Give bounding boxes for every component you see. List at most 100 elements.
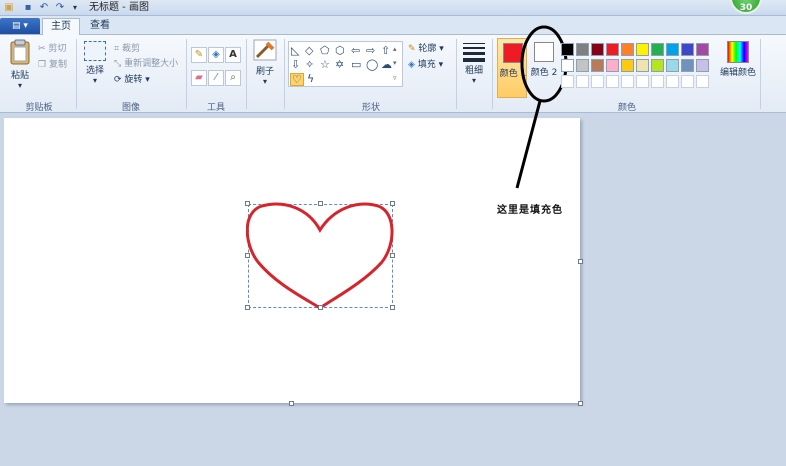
- redo-icon[interactable]: ↷: [54, 1, 66, 14]
- palette-swatch[interactable]: [606, 59, 619, 72]
- outline-button[interactable]: ✎ 轮廓 ▾: [408, 41, 444, 54]
- down-arrow-shape-icon[interactable]: ⇩: [291, 59, 300, 70]
- palette-swatch[interactable]: [621, 59, 634, 72]
- palette-swatch[interactable]: [696, 43, 709, 56]
- canvas-resize-handle-right[interactable]: [578, 259, 583, 264]
- cloud-callout-shape-icon[interactable]: ☁: [381, 59, 392, 70]
- heart-shape[interactable]: [246, 202, 396, 310]
- custom-color-slot[interactable]: [696, 75, 709, 88]
- select-dropdown-icon[interactable]: ▾: [80, 76, 110, 85]
- selection-handle-top-right[interactable]: [390, 201, 395, 206]
- edit-colors-button[interactable]: 编辑颜色: [719, 39, 757, 78]
- right-arrow-shape-icon[interactable]: ⇨: [366, 45, 375, 56]
- lightning-shape-icon[interactable]: ϟ: [307, 73, 314, 84]
- shapes-expand-icon[interactable]: ▿: [393, 73, 397, 84]
- selection-handle-top-left[interactable]: [245, 201, 250, 206]
- shapes-scroll-up-icon[interactable]: ▴: [393, 44, 397, 55]
- palette-swatch[interactable]: [696, 59, 709, 72]
- custom-color-slot[interactable]: [651, 75, 664, 88]
- paste-dropdown-icon[interactable]: ▾: [6, 81, 34, 90]
- rect-callout-shape-icon[interactable]: ▭: [351, 59, 361, 70]
- paint-menu-button[interactable]: ▤ ▾: [0, 18, 40, 34]
- six-point-star-shape-icon[interactable]: ✡: [335, 59, 344, 70]
- selection-handle-left[interactable]: [245, 253, 250, 258]
- custom-color-slot[interactable]: [591, 75, 604, 88]
- palette-swatch[interactable]: [576, 59, 589, 72]
- pentagon-shape-icon[interactable]: ⬠: [320, 45, 330, 56]
- text-tool-icon[interactable]: A: [225, 47, 241, 63]
- color1-button[interactable]: 颜色 1: [497, 38, 527, 98]
- palette-swatch[interactable]: [681, 43, 694, 56]
- palette-swatch[interactable]: [561, 59, 574, 72]
- palette-swatch[interactable]: [681, 59, 694, 72]
- hexagon-shape-icon[interactable]: ⬡: [335, 45, 345, 56]
- diamond-shape-icon[interactable]: ◇: [305, 45, 313, 56]
- palette-swatch[interactable]: [606, 43, 619, 56]
- eraser-icon[interactable]: ▰: [191, 70, 207, 86]
- up-arrow-shape-icon[interactable]: ⇧: [381, 45, 390, 56]
- custom-color-slot[interactable]: [681, 75, 694, 88]
- brushes-dropdown-icon[interactable]: ▾: [250, 77, 280, 86]
- palette-swatch[interactable]: [651, 59, 664, 72]
- divider: [284, 39, 285, 109]
- color1-swatch: [503, 43, 523, 63]
- palette-swatch[interactable]: [576, 43, 589, 56]
- color2-button[interactable]: 颜色 2: [529, 38, 559, 98]
- tab-home[interactable]: 主页: [42, 18, 80, 36]
- size-dropdown-icon[interactable]: ▾: [460, 77, 488, 85]
- color-picker-icon[interactable]: ⁄: [208, 70, 224, 86]
- custom-color-slot[interactable]: [621, 75, 634, 88]
- palette-swatch[interactable]: [666, 43, 679, 56]
- pencil-icon[interactable]: ✎: [191, 47, 207, 63]
- select-button[interactable]: 选择 ▾: [80, 39, 110, 85]
- left-arrow-shape-icon[interactable]: ⇦: [351, 45, 360, 56]
- brush-icon: [253, 39, 277, 61]
- palette-swatch[interactable]: [651, 43, 664, 56]
- shapes-scroll-down-icon[interactable]: ▾: [393, 58, 397, 69]
- paste-button[interactable]: 粘贴 ▾: [6, 39, 34, 90]
- selection-handle-top[interactable]: [318, 201, 323, 206]
- selection-handle-bottom-left[interactable]: [245, 305, 250, 310]
- image-group-label: 图像: [121, 103, 140, 113]
- line-size-icon: [463, 43, 485, 62]
- canvas-resize-handle-bottom[interactable]: [289, 401, 294, 406]
- canvas-resize-handle-corner[interactable]: [578, 401, 583, 406]
- custom-color-slot[interactable]: [606, 75, 619, 88]
- size-button[interactable]: 粗细 ▾: [460, 41, 488, 85]
- fill-icon: ◈: [408, 60, 418, 70]
- tab-view[interactable]: 查看: [82, 18, 118, 36]
- undo-icon[interactable]: ↶: [38, 1, 50, 14]
- custom-color-slot[interactable]: [561, 75, 574, 88]
- custom-color-slot[interactable]: [636, 75, 649, 88]
- notification-badge: 30: [730, 0, 762, 14]
- palette-swatch[interactable]: [591, 59, 604, 72]
- fill-bucket-icon[interactable]: ◈: [208, 47, 224, 63]
- fill-button[interactable]: ◈ 填充 ▾: [408, 57, 443, 70]
- custom-color-slot[interactable]: [576, 75, 589, 88]
- copy-button[interactable]: ❐ 复制: [38, 57, 67, 70]
- palette-swatch[interactable]: [666, 59, 679, 72]
- cut-button[interactable]: ✂ 剪切: [38, 41, 66, 54]
- palette-swatch[interactable]: [591, 43, 604, 56]
- magnifier-icon[interactable]: ⌕: [225, 70, 241, 86]
- brushes-button[interactable]: 刷子 ▾: [250, 39, 280, 86]
- color1-label: 颜色 1: [499, 69, 527, 79]
- five-point-star-shape-icon[interactable]: ☆: [320, 59, 330, 70]
- custom-color-slot[interactable]: [666, 75, 679, 88]
- resize-button[interactable]: ⤡ 重新调整大小: [114, 56, 178, 69]
- palette-swatch[interactable]: [621, 43, 634, 56]
- customize-quick-access-icon[interactable]: ▾: [70, 1, 80, 14]
- palette-swatch[interactable]: [636, 43, 649, 56]
- selection-handle-bottom[interactable]: [318, 305, 323, 310]
- four-point-star-shape-icon[interactable]: ✧: [305, 59, 314, 70]
- right-triangle-shape-icon[interactable]: ◺: [291, 45, 299, 56]
- palette-swatch[interactable]: [636, 59, 649, 72]
- rotate-button[interactable]: ⟳ 旋转 ▾: [114, 72, 150, 85]
- selection-handle-bottom-right[interactable]: [390, 305, 395, 310]
- selection-handle-right[interactable]: [390, 253, 395, 258]
- heart-shape-icon[interactable]: ♡: [290, 73, 304, 86]
- palette-swatch[interactable]: [561, 43, 574, 56]
- save-icon[interactable]: ▪: [22, 1, 34, 14]
- oval-callout-shape-icon[interactable]: ◯: [366, 59, 378, 70]
- crop-button[interactable]: ⌗ 裁剪: [114, 41, 140, 54]
